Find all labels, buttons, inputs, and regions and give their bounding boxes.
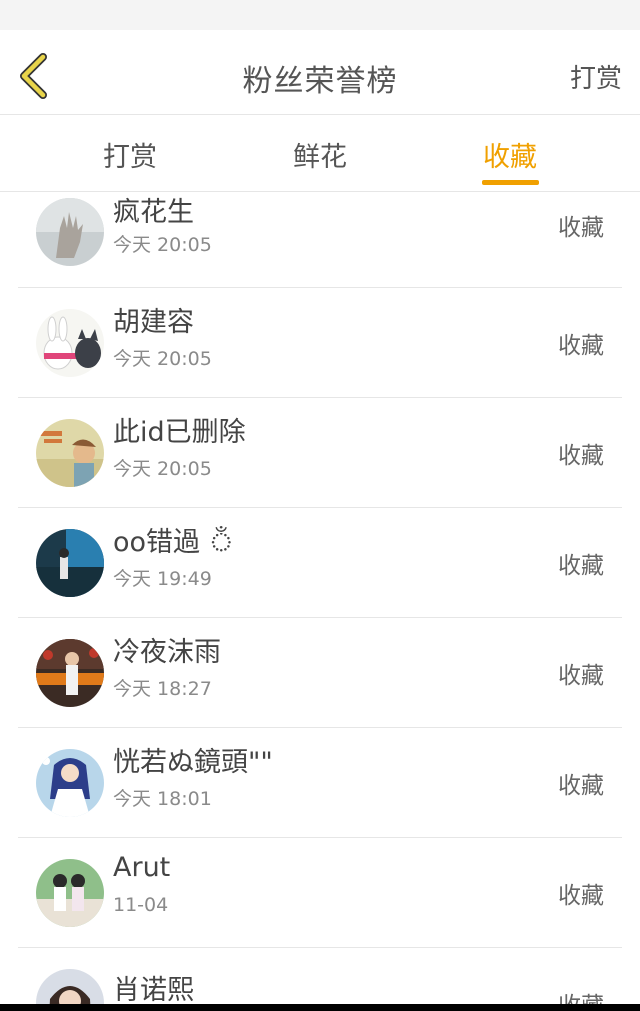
timestamp: 今天 20:05 (113, 348, 212, 370)
favorite-label: 收藏 (558, 215, 604, 241)
timestamp: 今天 20:05 (113, 458, 212, 480)
timestamp: 今天 19:49 (113, 568, 212, 590)
timestamp: 今天 18:01 (113, 788, 212, 810)
reward-button[interactable]: 打赏 (570, 58, 622, 95)
user-name: 肖诺熙 (113, 975, 194, 1004)
avatar (36, 969, 104, 1004)
timestamp: 今天 18:27 (113, 678, 212, 700)
avatar (36, 529, 104, 597)
favorite-label: 收藏 (558, 333, 604, 359)
favorite-label: 收藏 (558, 663, 604, 689)
user-name: Arut (113, 852, 171, 883)
list-item[interactable]: 恍若ぬ鏡頭"" 今天 18:01 收藏 (0, 728, 640, 838)
page-title: 粉丝荣誉榜 (242, 64, 398, 99)
user-name: 冷夜沫雨 (113, 637, 221, 668)
avatar (36, 639, 104, 707)
list-item[interactable]: 肖诺熙 收藏 (0, 948, 640, 1004)
tab-bar: 打赏 鲜花 收藏 (0, 115, 640, 192)
avatar (36, 749, 104, 817)
user-name: 恍若ぬ鏡頭"" (113, 747, 273, 778)
avatar (36, 198, 104, 266)
user-name: 疯花生 (113, 197, 194, 228)
back-button[interactable] (8, 48, 58, 104)
chevron-left-icon (20, 53, 47, 99)
status-strip (0, 0, 640, 30)
tab-favorites[interactable]: 收藏 (450, 135, 570, 174)
favorite-label: 收藏 (558, 883, 604, 909)
timestamp: 今天 20:05 (113, 234, 212, 256)
user-name: 胡建容 (113, 307, 194, 338)
avatar (36, 419, 104, 487)
favorite-label: 收藏 (558, 553, 604, 579)
tab-reward[interactable]: 打赏 (70, 135, 190, 174)
list-item[interactable]: Arut 11-04 收藏 (0, 838, 640, 948)
tab-flowers[interactable]: 鲜花 (260, 135, 380, 174)
timestamp: 11-04 (113, 894, 169, 916)
avatar (36, 859, 104, 927)
favorite-label: 收藏 (558, 773, 604, 799)
favorite-label: 收藏 (558, 443, 604, 469)
list-item[interactable]: 冷夜沫雨 今天 18:27 收藏 (0, 618, 640, 728)
list-item[interactable]: 疯花生 今天 20:05 收藏 (0, 192, 640, 288)
navigation-bar: 粉丝荣誉榜 打赏 (0, 30, 640, 115)
list-item[interactable]: oo错過 ঁ 今天 19:49 收藏 (0, 508, 640, 618)
favorite-label: 收藏 (558, 986, 604, 1004)
fan-list: 疯花生 今天 20:05 收藏 胡建容 今天 20:05 收藏 此id已删除 今… (0, 192, 640, 1004)
list-item[interactable]: 胡建容 今天 20:05 收藏 (0, 288, 640, 398)
user-name: oo错過 ঁ (113, 527, 234, 558)
bottom-edge (0, 1004, 640, 1011)
list-item[interactable]: 此id已删除 今天 20:05 收藏 (0, 398, 640, 508)
user-name: 此id已删除 (113, 417, 246, 448)
active-tab-indicator (482, 180, 539, 185)
avatar (36, 309, 104, 377)
